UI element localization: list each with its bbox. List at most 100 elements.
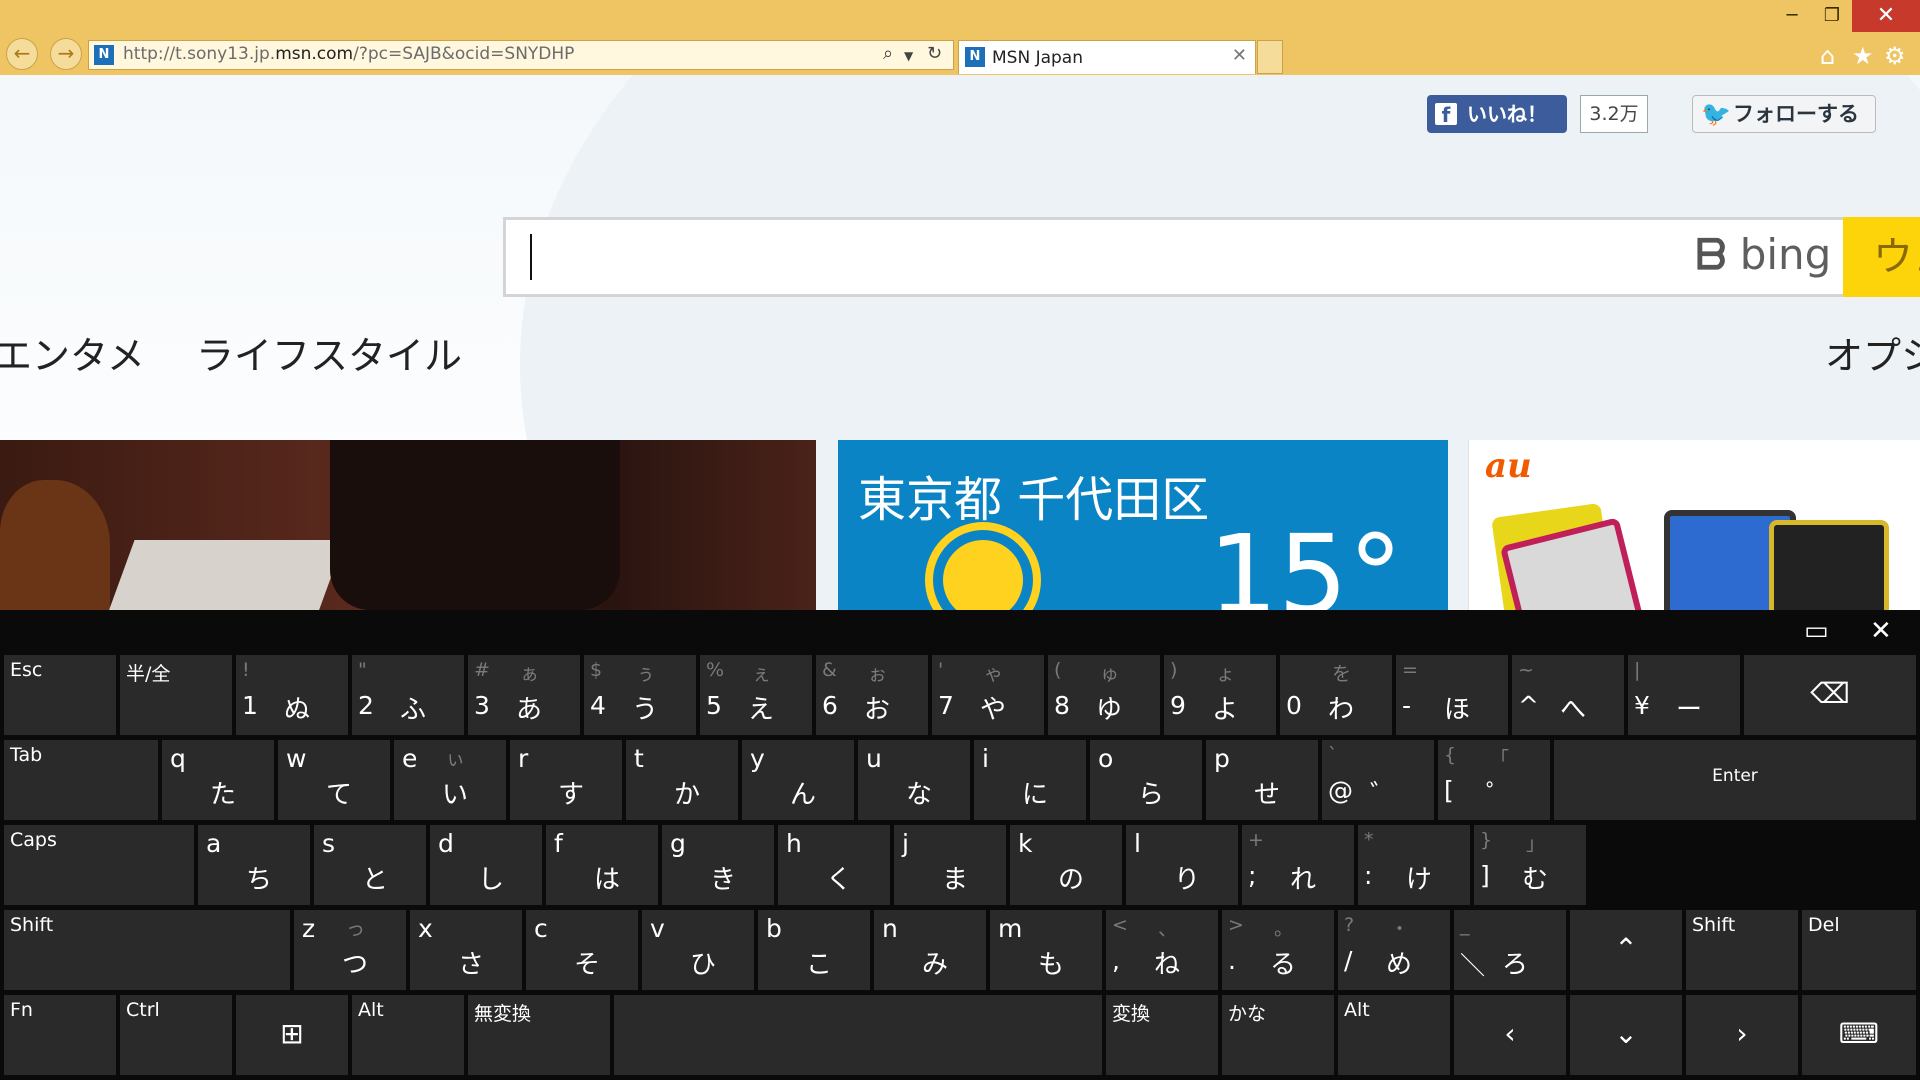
key-l[interactable]: lり [1126, 825, 1238, 905]
arrow-down-key[interactable]: ⌄ [1570, 995, 1682, 1075]
key-＼[interactable]: _ ＼ ろ [1454, 910, 1566, 990]
key-fn[interactable]: Fn [4, 995, 116, 1075]
key-caps[interactable]: Caps [4, 825, 194, 905]
key-@[interactable]: ` @ ゛ [1322, 740, 1434, 820]
address-bar[interactable]: N http://t.sony13.jp.msn.com/?pc=SAJB&oc… [88, 40, 954, 70]
key-alt[interactable]: Alt [352, 995, 464, 1075]
search-icon[interactable]: ⌕ [883, 43, 893, 64]
key-^[interactable]: ~ ^ へ [1512, 655, 1624, 735]
windows-key[interactable]: ⊞ [236, 995, 348, 1075]
key-0[interactable]: を 0わ [1280, 655, 1392, 735]
refresh-icon[interactable]: ↻ [927, 43, 942, 64]
key-f[interactable]: fは [546, 825, 658, 905]
key-o[interactable]: oら [1090, 740, 1202, 820]
arrow-up-key[interactable]: ⌃ [1570, 910, 1682, 990]
key-w[interactable]: wて [278, 740, 390, 820]
new-tab-button[interactable] [1257, 40, 1283, 74]
key-x[interactable]: xさ [410, 910, 522, 990]
key-k[interactable]: kの [1010, 825, 1122, 905]
key-m[interactable]: mも [990, 910, 1102, 990]
arrow-left-key[interactable]: ‹ [1454, 995, 1566, 1075]
key-2[interactable]: " 2 ふ [352, 655, 464, 735]
minimize-window-button[interactable]: ─ [1772, 0, 1812, 32]
key-shift[interactable]: Shift [4, 910, 290, 990]
key-5[interactable]: % ぇ 5 え [700, 655, 812, 735]
key-,[interactable]: < 、, ね [1106, 910, 1218, 990]
favorites-star-icon[interactable]: ★ [1852, 42, 1874, 70]
nav-lifestyle[interactable]: ライフスタイル [196, 325, 462, 380]
facebook-like-button[interactable]: f いいね！ [1427, 95, 1567, 133]
key-p[interactable]: pせ [1206, 740, 1318, 820]
key-8[interactable]: (ゅ 8 ゆ [1048, 655, 1160, 735]
key-q[interactable]: qた [162, 740, 274, 820]
key-alt[interactable]: Alt [1338, 995, 1450, 1075]
twitter-follow-button[interactable]: 🐦 フォローする [1692, 95, 1876, 133]
search-box[interactable]: ᗷ bing ウェ [503, 217, 1920, 297]
key-i[interactable]: iに [974, 740, 1086, 820]
key-.[interactable]: > 。. る [1222, 910, 1334, 990]
arrow-right-key[interactable]: › [1686, 995, 1798, 1075]
backspace-key[interactable]: ⌫ [1744, 655, 1916, 735]
phone-image [1769, 520, 1889, 610]
key-s[interactable]: sと [314, 825, 426, 905]
key-1[interactable]: ! 1 ぬ [236, 655, 348, 735]
key-/[interactable]: ? ・ / め [1338, 910, 1450, 990]
key-9[interactable]: ) ょ 9 よ [1164, 655, 1276, 735]
back-button[interactable]: ← [6, 38, 38, 70]
key-[[interactable]: {「 [゜ [1438, 740, 1550, 820]
key-a[interactable]: aち [198, 825, 310, 905]
tab-msn-japan[interactable]: N MSN Japan ✕ [958, 40, 1256, 74]
home-icon[interactable]: ⌂ [1820, 42, 1835, 70]
key--[interactable]: かな [1222, 995, 1334, 1075]
key-b[interactable]: bこ [758, 910, 870, 990]
settings-gear-icon[interactable]: ⚙ [1884, 42, 1906, 70]
key-e[interactable]: e ぃい [394, 740, 506, 820]
key--[interactable]: = - ほ [1396, 655, 1508, 735]
key-v[interactable]: vひ [642, 910, 754, 990]
key-6[interactable]: & ぉ 6 お [816, 655, 928, 735]
key--[interactable]: 変換 [1106, 995, 1218, 1075]
key-esc[interactable]: Esc [4, 655, 116, 735]
key-u[interactable]: uな [858, 740, 970, 820]
key-y[interactable]: yん [742, 740, 854, 820]
address-url[interactable]: http://t.sony13.jp.msn.com/?pc=SAJB&ocid… [123, 44, 574, 64]
key-ctrl[interactable]: Ctrl [120, 995, 232, 1075]
dropdown-icon[interactable]: ▼ [904, 49, 913, 63]
forward-button[interactable]: → [50, 38, 82, 70]
key-space[interactable] [614, 995, 1102, 1075]
restore-window-button[interactable]: ❐ [1812, 0, 1852, 32]
close-tab-icon[interactable]: ✕ [1232, 45, 1247, 66]
key-d[interactable]: dし [430, 825, 542, 905]
keyboard-close-icon[interactable]: ✕ [1870, 618, 1892, 644]
weather-card[interactable]: 東京都 千代田区 15° [838, 440, 1448, 610]
close-window-button[interactable]: ✕ [1852, 0, 1920, 32]
key-h[interactable]: hく [778, 825, 890, 905]
key-enter[interactable]: Enter [1554, 740, 1916, 820]
au-advertisement[interactable]: au [1468, 440, 1920, 610]
web-search-button[interactable]: ウェ [1843, 217, 1920, 297]
key-c[interactable]: cそ [526, 910, 638, 990]
key-z[interactable]: z っつ [294, 910, 406, 990]
key-4[interactable]: $ ぅ 4 う [584, 655, 696, 735]
nav-options[interactable]: オプシ [1825, 325, 1920, 380]
key-g[interactable]: gき [662, 825, 774, 905]
hero-image[interactable] [0, 440, 816, 610]
key--[interactable]: 半/全 [120, 655, 232, 735]
key-j[interactable]: jま [894, 825, 1006, 905]
key-t[interactable]: tか [626, 740, 738, 820]
key-del[interactable]: Del [1802, 910, 1916, 990]
keyboard-key[interactable]: ⌨ [1802, 995, 1916, 1075]
key-3[interactable]: # ぁ 3 あ [468, 655, 580, 735]
key-tab[interactable]: Tab [4, 740, 158, 820]
key-;[interactable]: +; れ [1242, 825, 1354, 905]
key--[interactable]: 無変換 [468, 995, 610, 1075]
keyboard-dock-icon[interactable]: ▭ [1804, 618, 1829, 644]
key-r[interactable]: rす [510, 740, 622, 820]
nav-entertainment[interactable]: エンタメ [0, 325, 145, 380]
key-][interactable]: } 」] む [1474, 825, 1586, 905]
key-¥[interactable]: | ¥ ー [1628, 655, 1740, 735]
key-shift[interactable]: Shift [1686, 910, 1798, 990]
key-n[interactable]: nみ [874, 910, 986, 990]
key-:[interactable]: *: け [1358, 825, 1470, 905]
key-7[interactable]: ' ゃ 7 や [932, 655, 1044, 735]
